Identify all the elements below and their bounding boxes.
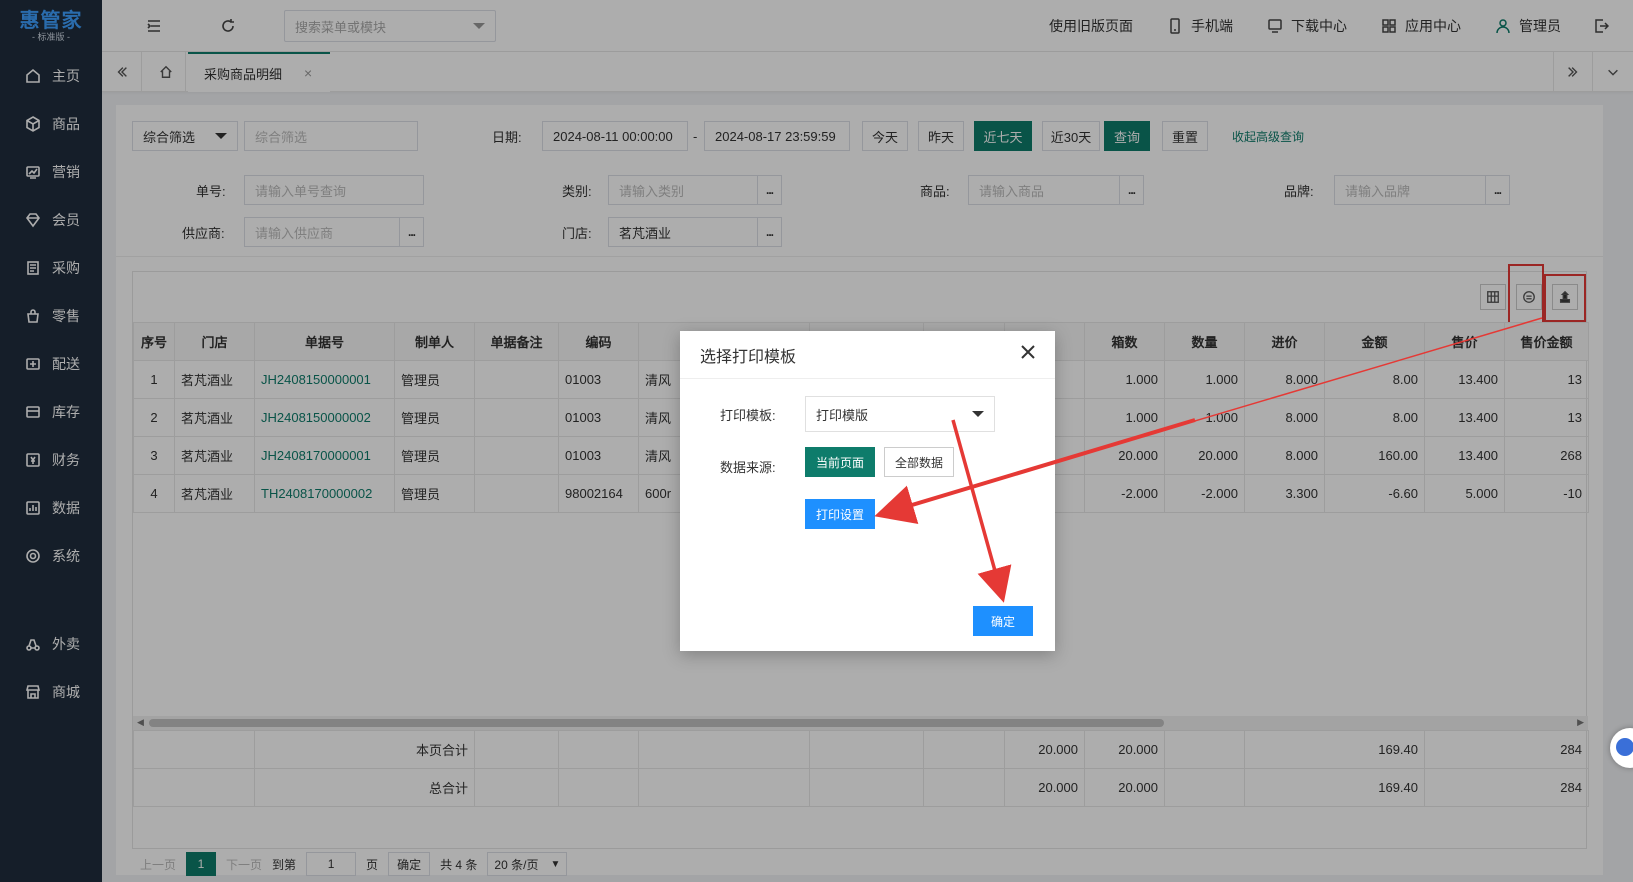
dialog-header: 选择打印模板 (680, 331, 1055, 379)
dialog-title: 选择打印模板 (700, 348, 797, 366)
close-icon[interactable] (1021, 345, 1041, 365)
template-select[interactable]: 打印模版 (805, 396, 995, 432)
source-label: 数据来源: (720, 460, 776, 475)
print-settings-button[interactable]: 打印设置 (805, 499, 875, 529)
print-template-dialog: 选择打印模板 打印模板: 打印模版 数据来源: 当前页面 全部数据 打印设置 确… (680, 331, 1055, 651)
source-all-data-button[interactable]: 全部数据 (884, 447, 954, 477)
confirm-button[interactable]: 确定 (973, 606, 1033, 636)
template-value: 打印模版 (816, 407, 869, 423)
chevron-down-icon (972, 411, 984, 417)
source-current-page-button[interactable]: 当前页面 (805, 447, 875, 477)
template-label: 打印模板: (720, 408, 776, 423)
